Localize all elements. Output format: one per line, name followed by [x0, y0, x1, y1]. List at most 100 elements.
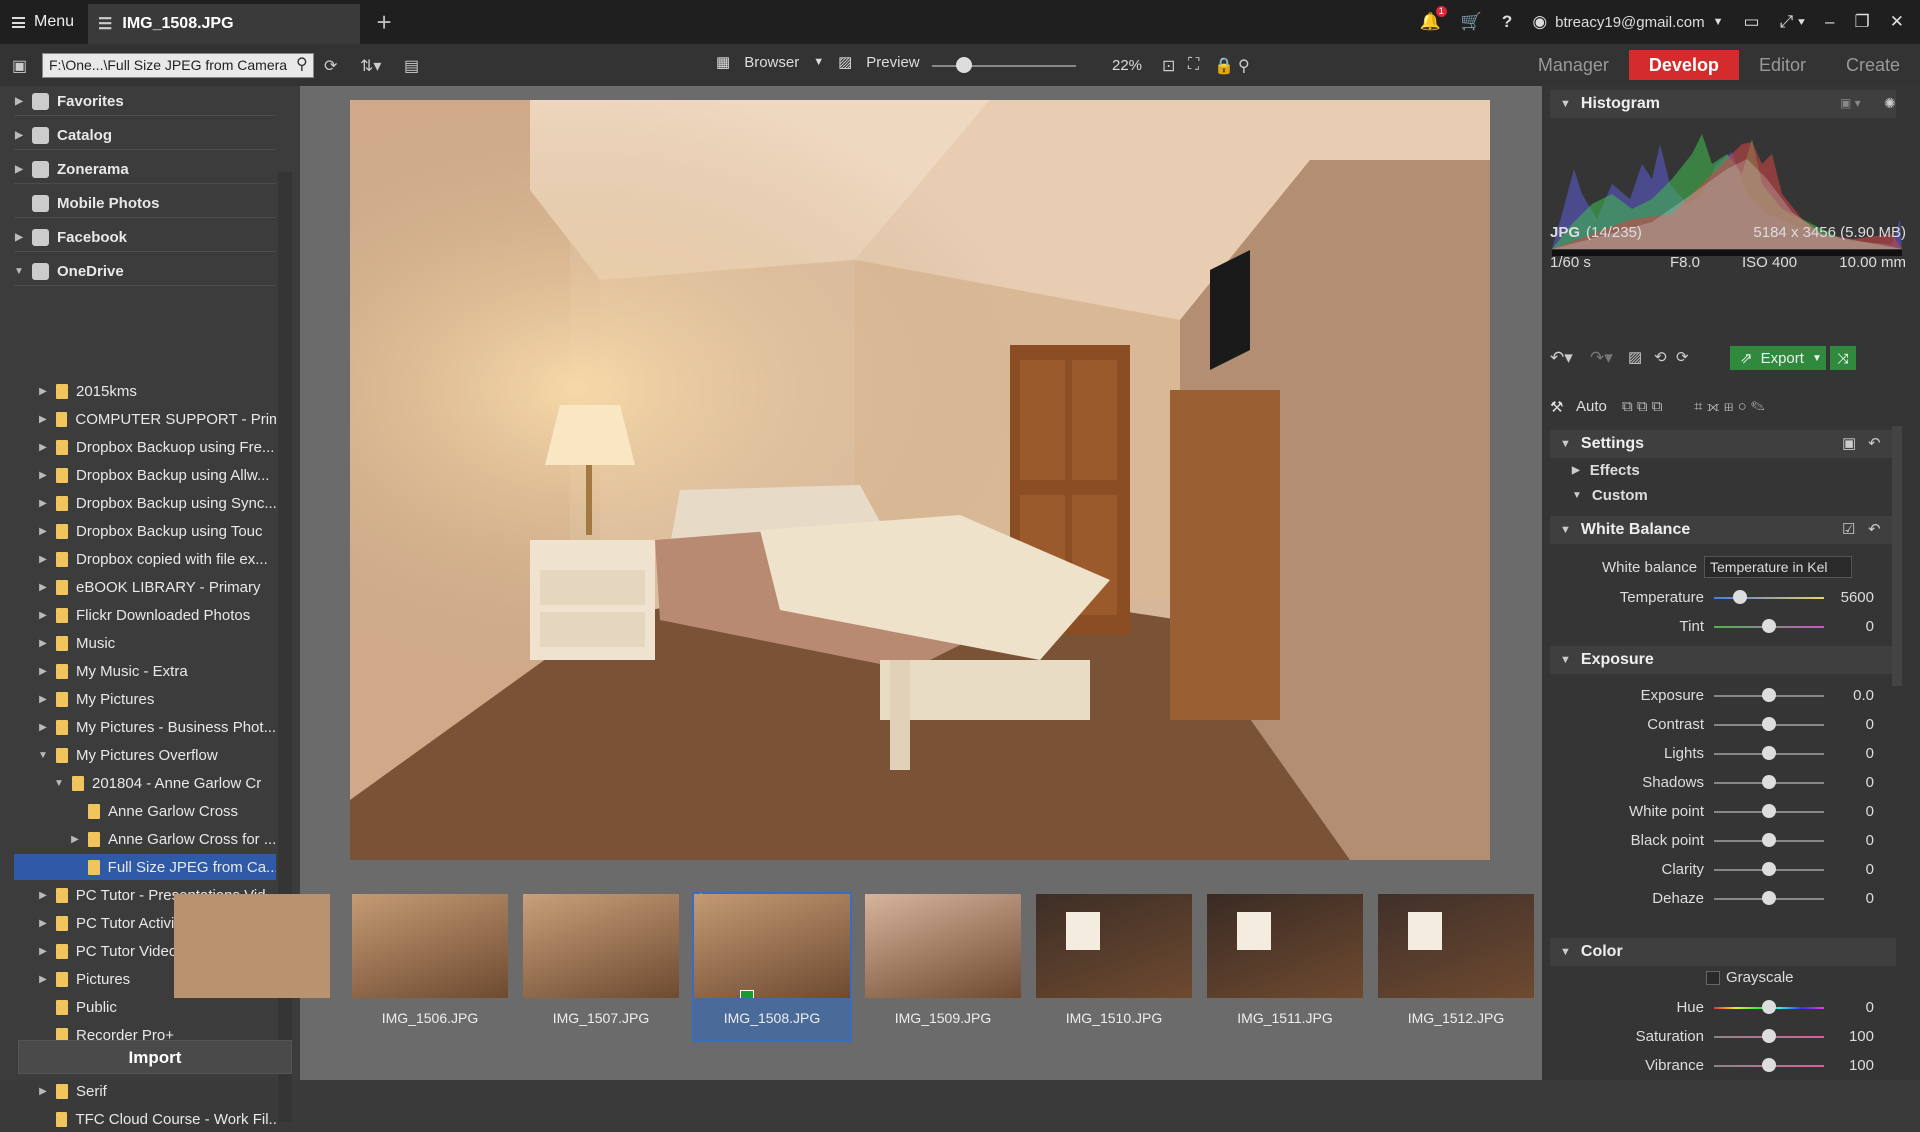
lock-icon[interactable]: 🔒	[1214, 56, 1234, 76]
reset-icon[interactable]: ↶	[1868, 520, 1881, 538]
menu-button[interactable]: Menu	[0, 0, 86, 44]
contrast-slider[interactable]: Contrast 0	[1550, 713, 1896, 737]
histogram-settings-icon[interactable]: ✺	[1884, 95, 1896, 112]
filmstrip-thumb[interactable]: IMG_1507.JPG	[523, 894, 679, 1040]
black-point-slider[interactable]: Black point 0	[1550, 829, 1896, 853]
crop-icon[interactable]: ⌗ ⟗ ⊞ ○ ✎	[1694, 398, 1765, 415]
notification-bell-icon[interactable]: 🔔 1	[1420, 6, 1447, 32]
mode-manager[interactable]: Manager	[1518, 50, 1629, 80]
document-tab[interactable]: ☰ IMG_1508.JPG	[88, 4, 361, 44]
filmstrip-thumb[interactable]: IMG_1512.JPG	[1378, 894, 1534, 1040]
expand-arrow-icon[interactable]: ▶	[14, 130, 24, 141]
new-folder-icon[interactable]: ▤	[404, 56, 419, 76]
slider-thumb[interactable]	[1762, 717, 1776, 731]
expand-arrow-icon[interactable]: ▶	[38, 722, 48, 733]
fit-icon[interactable]: ⛶	[1188, 56, 1199, 74]
expand-arrow-icon[interactable]: ▼	[14, 266, 24, 277]
rotate-right-icon[interactable]: ⟳	[1676, 348, 1689, 366]
slider-value[interactable]: 0.0	[1853, 687, 1874, 704]
expand-arrow-icon[interactable]: ▶	[38, 610, 48, 621]
zoom-tool-icon[interactable]: ⚲	[1238, 56, 1250, 76]
folder-item[interactable]: ▶ Dropbox Backup using Allw...	[14, 462, 276, 488]
histogram-options-icon[interactable]: ▣ ▾	[1840, 96, 1861, 110]
temperature-value[interactable]: 5600	[1841, 589, 1874, 606]
sidebar-section-onedrive[interactable]: ▼ OneDrive	[14, 258, 276, 286]
magic-wand-icon[interactable]: ⚒	[1550, 398, 1563, 416]
folder-item[interactable]: ▶ My Music - Extra	[14, 658, 276, 684]
checkbox-checked-icon[interactable]: ☑	[1842, 520, 1855, 538]
zoom-slider-thumb[interactable]	[955, 57, 972, 73]
slider-value[interactable]: 0	[1866, 745, 1874, 762]
expand-arrow-icon[interactable]: ▶	[38, 890, 48, 901]
expand-arrow-icon[interactable]: ▶	[38, 974, 48, 985]
undo-icon[interactable]: ↶▾	[1550, 348, 1573, 368]
expand-arrow-icon[interactable]: ▶	[14, 164, 24, 175]
fullscreen-icon[interactable]: ⤢ ▾	[1780, 12, 1805, 32]
slider-thumb[interactable]	[1762, 746, 1776, 760]
browser-button[interactable]: Browser	[744, 54, 799, 71]
slider-thumb[interactable]	[1762, 891, 1776, 905]
folder-item[interactable]: ▶ Dropbox Backuop using Fre...	[14, 434, 276, 460]
slider-thumb[interactable]	[1762, 833, 1776, 847]
white-point-slider[interactable]: White point 0	[1550, 800, 1896, 824]
expand-arrow-icon[interactable]: ▼	[38, 750, 48, 761]
tint-value[interactable]: 0	[1866, 618, 1874, 635]
expand-arrow-icon[interactable]: ▶	[38, 498, 48, 509]
exposure-slider[interactable]: Exposure 0.0	[1550, 684, 1896, 708]
expand-arrow-icon[interactable]: ▶	[38, 386, 48, 397]
temperature-slider[interactable]: Temperature 5600	[1550, 586, 1896, 610]
slider-value[interactable]: 100	[1849, 1028, 1874, 1045]
folder-item[interactable]: ▶ Dropbox Backup using Touc	[14, 518, 276, 544]
lights-slider[interactable]: Lights 0	[1550, 742, 1896, 766]
share-button[interactable]: ⤨	[1830, 346, 1856, 370]
slider-value[interactable]: 0	[1866, 803, 1874, 820]
folder-item[interactable]: ▶ COMPUTER SUPPORT - Prim	[14, 406, 276, 432]
image-icon[interactable]: ▨	[1628, 348, 1642, 366]
expand-arrow-icon[interactable]: ▶	[14, 96, 24, 107]
sidebar-section-facebook[interactable]: ▶ Facebook	[14, 224, 276, 252]
slider-thumb[interactable]	[1762, 1000, 1776, 1014]
panel-scrollbar[interactable]	[1892, 426, 1902, 686]
expand-arrow-icon[interactable]: ▶	[14, 232, 24, 243]
photo-preview[interactable]	[350, 100, 1490, 860]
monitor-icon[interactable]: ▭	[1744, 12, 1760, 32]
sidebar-section-catalog[interactable]: ▶ Catalog	[14, 122, 276, 150]
filmstrip-thumb[interactable]: IMG_1511.JPG	[1207, 894, 1363, 1040]
expand-arrow-icon[interactable]: ▶	[38, 946, 48, 957]
folder-item[interactable]: ▶ Anne Garlow Cross for ...	[14, 826, 276, 852]
effects-item[interactable]: ▶ Effects	[1572, 462, 1640, 479]
expand-arrow-icon[interactable]: ▶	[38, 1086, 48, 1097]
temperature-track[interactable]	[1714, 597, 1824, 599]
browser-dropdown-icon[interactable]: ▼	[813, 56, 824, 68]
save-preset-icon[interactable]: ▣	[1842, 434, 1856, 452]
reset-icon[interactable]: ↶	[1868, 434, 1881, 452]
hue-slider[interactable]: Hue 0	[1550, 996, 1896, 1020]
folder-item[interactable]: ▶ Flickr Downloaded Photos	[14, 602, 276, 628]
folder-item[interactable]: ▶ eBOOK LIBRARY - Primary	[14, 574, 276, 600]
expand-arrow-icon[interactable]: ▶	[38, 554, 48, 565]
folder-item[interactable]: ▶ Serif	[14, 1078, 276, 1104]
rotate-left-icon[interactable]: ⟲	[1654, 348, 1667, 366]
slider-value[interactable]: 0	[1866, 716, 1874, 733]
expand-arrow-icon[interactable]: ▶	[38, 638, 48, 649]
copy-icon[interactable]: ⧉ ⧉ ⧉	[1622, 398, 1662, 415]
expand-arrow-icon[interactable]: ▶	[70, 834, 80, 845]
folder-item[interactable]: ▶ My Pictures	[14, 686, 276, 712]
slider-value[interactable]: 0	[1866, 999, 1874, 1016]
slider-thumb[interactable]	[1762, 688, 1776, 702]
slider-value[interactable]: 0	[1866, 861, 1874, 878]
folder-item[interactable]: ▶ Dropbox Backup using Sync...	[14, 490, 276, 516]
slider-thumb[interactable]	[1762, 1058, 1776, 1072]
tint-thumb[interactable]	[1762, 619, 1776, 633]
grayscale-checkbox[interactable]	[1706, 971, 1720, 985]
actual-size-icon[interactable]: ⊡	[1162, 56, 1175, 76]
restore-icon[interactable]: ❐	[1855, 12, 1870, 32]
clarity-slider[interactable]: Clarity 0	[1550, 858, 1896, 882]
temperature-thumb[interactable]	[1733, 590, 1747, 604]
slider-value[interactable]: 0	[1866, 774, 1874, 791]
export-button[interactable]: ⇗ Export ▼	[1730, 346, 1826, 370]
slider-value[interactable]: 0	[1866, 890, 1874, 907]
expand-arrow-icon[interactable]: ▶	[38, 694, 48, 705]
filmstrip-thumb[interactable]: IMG_1506.JPG	[352, 894, 508, 1040]
minimize-icon[interactable]: –	[1825, 12, 1834, 32]
